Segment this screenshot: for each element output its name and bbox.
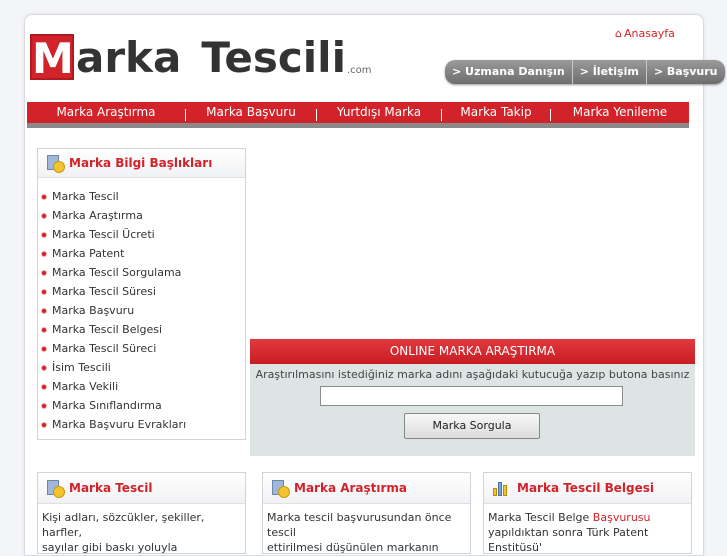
sidebar-item-label: Marka Başvuru Evrakları <box>52 418 187 431</box>
logo-text: arka Tescili <box>76 36 346 80</box>
nav-item-basvuru[interactable]: Marka Başvuru <box>186 102 316 123</box>
sidebar-item[interactable]: Marka Tescil Ücreti <box>41 225 186 244</box>
sidebar-item-label: Marka Tescil Süresi <box>52 285 156 298</box>
bullet-icon <box>41 421 47 428</box>
info-box-marka-arastirma: Marka Araştırma Marka tescil başvurusund… <box>262 472 471 554</box>
nav-underline <box>27 123 689 128</box>
bullet-icon <box>41 193 47 200</box>
sidebar-item[interactable]: Marka Başvuru Evrakları <box>41 415 186 434</box>
sidebar-list: Marka Tescil Marka Araştırma Marka Tesci… <box>41 187 186 434</box>
nav-item-takip[interactable]: Marka Takip <box>442 102 550 123</box>
sidebar-item-label: Marka Araştırma <box>52 209 143 222</box>
logo-com: .com <box>346 65 372 76</box>
sidebar-item[interactable]: Marka Tescil Süreci <box>41 339 186 358</box>
info-box-link[interactable]: Başvurusu <box>593 511 651 524</box>
bullet-icon <box>41 269 47 276</box>
info-box-line: ettirilmesi düşünülen markanın <box>267 541 439 554</box>
brand-search-input[interactable] <box>320 386 623 406</box>
sidebar-item[interactable]: Marka Tescil <box>41 187 186 206</box>
sidebar-item[interactable]: İsim Tescili <box>41 358 186 377</box>
logo-m-block: M <box>30 34 74 83</box>
bullet-icon <box>41 326 47 333</box>
sidebar-item[interactable]: Marka Tescil Süresi <box>41 282 186 301</box>
site-logo[interactable]: M arka Tescili .com <box>30 30 372 83</box>
home-icon: ⌂ <box>615 27 622 40</box>
search-description: Araştırılmasını istediğiniz marka adını … <box>255 368 690 381</box>
sidebar-item[interactable]: Marka Vekili <box>41 377 186 396</box>
apply-button[interactable]: > Başvuru <box>647 60 725 84</box>
logo-arka: arka <box>76 33 182 82</box>
sidebar-item[interactable]: Marka Patent <box>41 244 186 263</box>
info-box-title[interactable]: Marka Araştırma <box>294 481 407 495</box>
info-box-marka-tescil: Marka Tescil Kişi adları, sözcükler, şek… <box>37 472 246 554</box>
info-box-text: Marka Tescil Belge Başvurusu yapıldıktan … <box>488 510 687 554</box>
sidebar-item[interactable]: Marka Başvuru <box>41 301 186 320</box>
bar-chart-icon <box>493 480 509 496</box>
info-box-line: sayılar gibi baskı yoluyla yayınlanabile… <box>42 541 178 554</box>
top-button-group: > Uzmana Danışın > İletişim > Başvuru <box>445 60 725 84</box>
info-box-line: Marka tescil başvurusundan önce tescil <box>267 511 452 539</box>
brand-search-button[interactable]: Marka Sorgula <box>404 413 540 439</box>
document-coin-icon <box>47 480 65 498</box>
info-box-title[interactable]: Marka Tescil <box>69 481 152 495</box>
sidebar-header: Marka Bilgi Başlıkları <box>38 149 245 178</box>
home-link[interactable]: ⌂ Anasayfa <box>615 27 675 40</box>
sidebar-item-label: Marka Tescil Süreci <box>52 342 157 355</box>
nav-item-yenileme[interactable]: Marka Yenileme <box>551 102 689 123</box>
logo-tescili: Tescili <box>201 33 346 82</box>
expert-button[interactable]: > Uzmana Danışın <box>445 60 573 84</box>
sidebar-item-label: Marka Vekili <box>52 380 119 393</box>
bullet-icon <box>41 364 47 371</box>
nav-item-yurtdisi[interactable]: Yurtdışı Marka <box>317 102 441 123</box>
search-panel: ONLINE MARKA ARAŞTIRMA Araştırılmasını i… <box>250 339 695 456</box>
sidebar-item[interactable]: Marka Tescil Belgesi <box>41 320 186 339</box>
bullet-icon <box>41 345 47 352</box>
sidebar-title: Marka Bilgi Başlıkları <box>69 156 213 170</box>
sidebar-item[interactable]: Marka Sınıflandırma <box>41 396 186 415</box>
sidebar-item-label: Marka Tescil Sorgulama <box>52 266 182 279</box>
info-box-line: Kişi adları, sözcükler, şekiller, harfle… <box>42 511 205 539</box>
sidebar-item[interactable]: Marka Araştırma <box>41 206 186 225</box>
info-box-text: Marka tescil başvurusundan önce tescil et… <box>267 510 466 554</box>
search-title: ONLINE MARKA ARAŞTIRMA <box>250 339 695 364</box>
bullet-icon <box>41 231 47 238</box>
info-box-text: Kişi adları, sözcükler, şekiller, harfle… <box>42 510 241 554</box>
info-box-line: yapıldıktan sonra Türk Patent Enstitüsü' <box>488 526 649 554</box>
info-box-header: Marka Araştırma <box>263 473 470 504</box>
sidebar-item-label: Marka Sınıflandırma <box>52 399 162 412</box>
bullet-icon <box>41 288 47 295</box>
info-box-header: Marka Tescil <box>38 473 245 504</box>
sidebar-item-label: Marka Tescil Ücreti <box>52 228 155 241</box>
home-link-label: Anasayfa <box>623 27 675 40</box>
sidebar-item-label: Marka Tescil Belgesi <box>52 323 163 336</box>
main-nav: Marka Araştırma Marka Başvuru Yurtdışı M… <box>27 102 689 123</box>
info-box-marka-tescil-belgesi: Marka Tescil Belgesi Marka Tescil Belge … <box>483 472 692 554</box>
contact-button[interactable]: > İletişim <box>573 60 647 84</box>
sidebar-item[interactable]: Marka Tescil Sorgulama <box>41 263 186 282</box>
bullet-icon <box>41 250 47 257</box>
document-coin-icon <box>272 480 290 498</box>
info-box-title[interactable]: Marka Tescil Belgesi <box>517 481 654 495</box>
info-box-header: Marka Tescil Belgesi <box>484 473 691 504</box>
sidebar-box: Marka Bilgi Başlıkları Marka Tescil Mark… <box>37 148 246 440</box>
sidebar-item-label: İsim Tescili <box>52 361 111 374</box>
bullet-icon <box>41 307 47 314</box>
bullet-icon <box>41 383 47 390</box>
bullet-icon <box>41 402 47 409</box>
sidebar-item-label: Marka Tescil <box>52 190 119 203</box>
sidebar-item-label: Marka Patent <box>52 247 125 260</box>
bullet-icon <box>41 212 47 219</box>
info-box-line: Marka Tescil Belge <box>488 511 593 524</box>
document-coin-icon <box>47 155 65 173</box>
nav-item-arastirma[interactable]: Marka Araştırma <box>27 102 185 123</box>
sidebar-item-label: Marka Başvuru <box>52 304 135 317</box>
